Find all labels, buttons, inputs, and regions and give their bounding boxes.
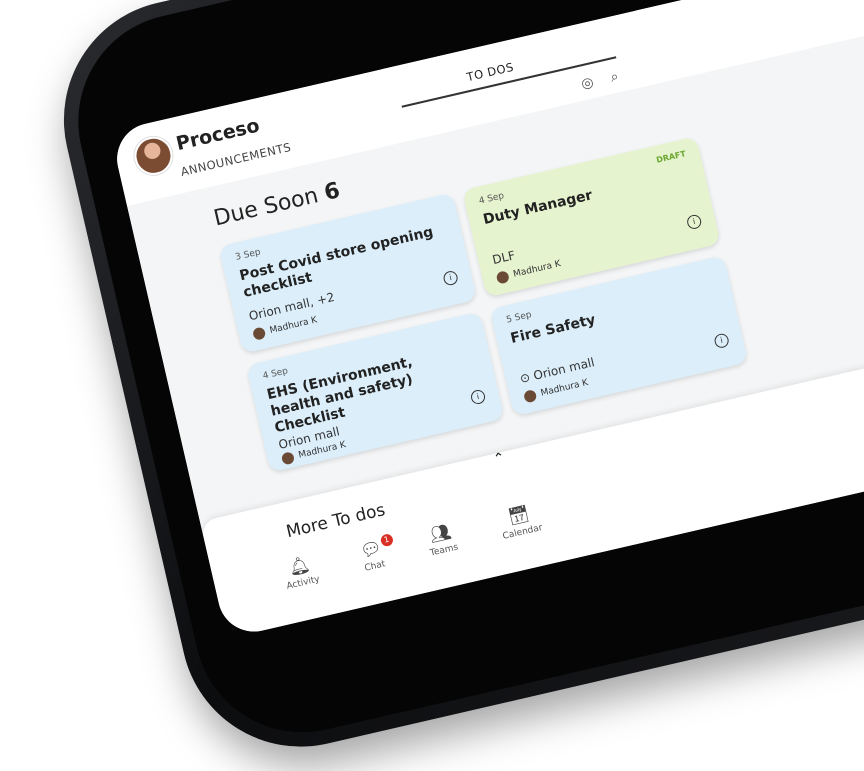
info-icon[interactable]: i xyxy=(469,388,487,406)
card-title: EHS (Environment, health and safety) Che… xyxy=(265,354,415,437)
nav-label: Calendar xyxy=(501,523,544,542)
card-location: DLF xyxy=(491,248,517,268)
info-icon[interactable]: i xyxy=(685,213,703,231)
nav-label: Chat xyxy=(363,559,387,574)
nav-chat[interactable]: 💬︎ 1 Chat xyxy=(358,533,394,574)
assignee-avatar xyxy=(251,326,267,341)
card-title: Fire Safety xyxy=(509,311,598,347)
calendar-icon: 📅︎ xyxy=(506,503,532,529)
assignee-name: Madhura K xyxy=(539,378,590,399)
assignee-avatar xyxy=(495,270,510,285)
chat-badge: 1 xyxy=(379,533,394,548)
due-soon-label: Due Soon xyxy=(211,183,321,232)
nav-teams[interactable]: 👥︎ Teams xyxy=(424,521,460,559)
card-title: Post Covid store opening checklist xyxy=(238,224,435,301)
card-date: 3 Sep xyxy=(234,247,262,263)
card-title: Duty Manager xyxy=(481,187,594,229)
draft-badge: DRAFT xyxy=(655,149,687,165)
assignee-avatar xyxy=(280,451,296,466)
assignee-name: Madhura K xyxy=(268,315,319,337)
card-date: 4 Sep xyxy=(478,191,506,207)
assignee-avatar xyxy=(523,389,538,404)
nav-activity[interactable]: 🔔︎ Activity xyxy=(281,553,321,591)
due-soon-count: 6 xyxy=(321,178,343,206)
assignee-name: Madhura K xyxy=(512,259,562,280)
nav-calendar[interactable]: 📅︎ Calendar xyxy=(497,502,544,542)
info-icon[interactable]: i xyxy=(713,332,731,350)
more-todos-title: More To dos xyxy=(284,500,388,543)
card-date: 5 Sep xyxy=(505,309,533,326)
card-date: 4 Sep xyxy=(261,366,290,382)
location-filter-icon[interactable]: ◎ xyxy=(580,74,596,92)
search-icon[interactable]: ⌕ xyxy=(609,68,620,85)
teams-icon: 👥︎ xyxy=(427,521,454,547)
bell-icon: 🔔︎ xyxy=(286,554,313,579)
chevron-up-icon[interactable]: ⌃ xyxy=(492,450,507,468)
info-icon[interactable]: i xyxy=(442,269,459,287)
user-avatar[interactable] xyxy=(130,133,177,179)
